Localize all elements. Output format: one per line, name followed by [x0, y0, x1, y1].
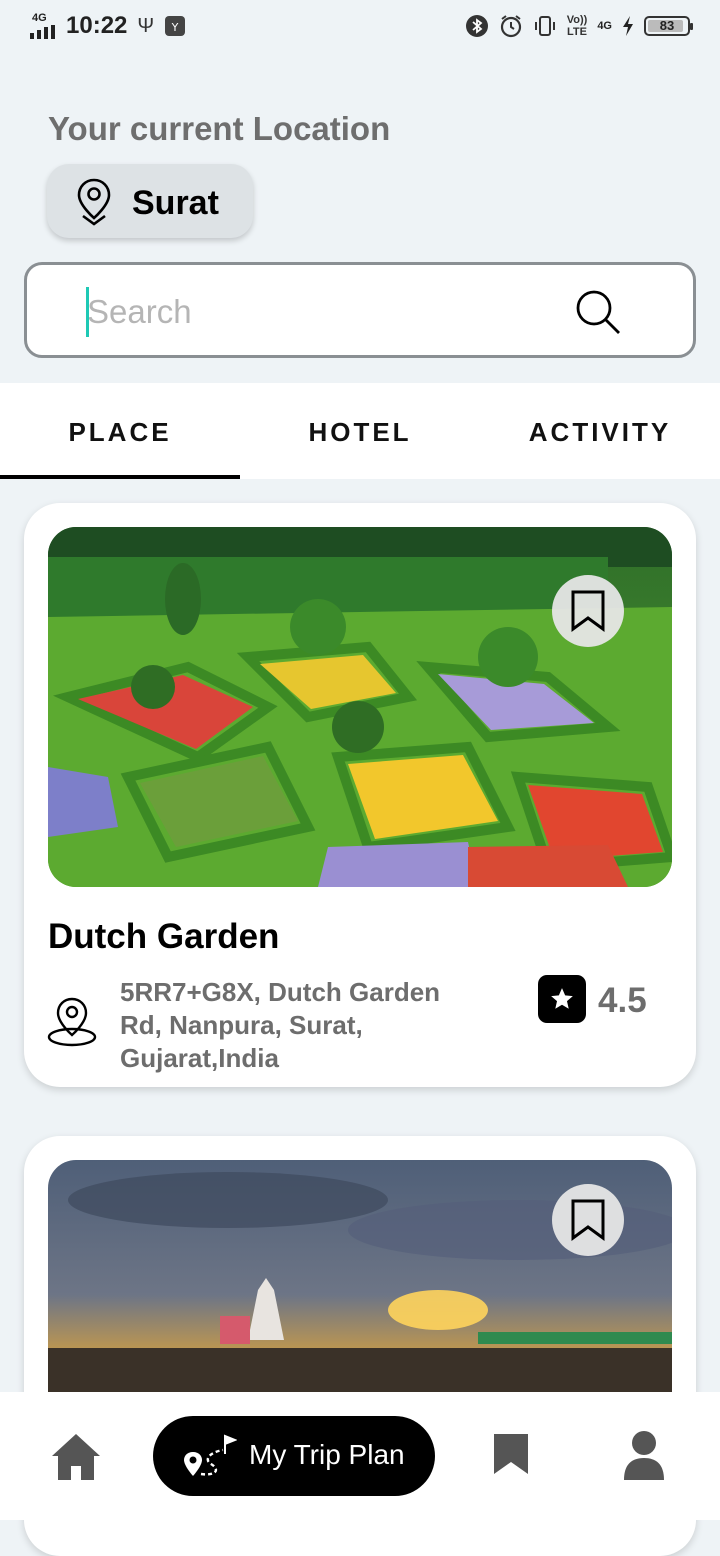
bookmark-icon	[571, 1199, 605, 1241]
current-city: Surat	[132, 184, 219, 222]
route-icon	[184, 1434, 237, 1476]
status-right: Vo)) LTE 4G 83	[465, 14, 693, 38]
saved-icon[interactable]	[492, 1432, 530, 1476]
address-pin-icon	[47, 997, 97, 1047]
search-box[interactable]	[24, 262, 696, 358]
location-title: Your current Location	[48, 110, 391, 147]
home-icon[interactable]	[50, 1432, 102, 1482]
charging-icon	[623, 16, 633, 36]
search-icon[interactable]	[575, 289, 621, 335]
star-icon	[551, 988, 573, 1009]
status-left: 4G 10:22 Ψ Y	[30, 12, 186, 40]
network-type-right: 4G	[597, 19, 612, 32]
text-caret	[86, 287, 89, 337]
tab-activity[interactable]: ACTIVITY	[480, 383, 720, 479]
tab-place[interactable]: PLACE	[0, 383, 240, 479]
battery-percent: 83	[659, 18, 675, 33]
profile-icon[interactable]	[622, 1430, 666, 1482]
app-notification-icon: Y	[165, 16, 186, 36]
search-input[interactable]	[85, 287, 539, 337]
vibrate-icon	[534, 16, 555, 36]
my-trip-plan-label: My Trip Plan	[249, 1439, 405, 1470]
signal-indicator: 4G	[30, 13, 56, 39]
usb-icon: Ψ	[137, 14, 155, 37]
bookmark-icon	[571, 590, 605, 632]
signal-bars-icon	[30, 25, 55, 39]
bluetooth-icon	[465, 15, 488, 37]
location-pin-icon	[77, 178, 111, 226]
bottom-navigation: My Trip Plan	[0, 1392, 720, 1520]
status-bar: 4G 10:22 Ψ Y Vo)) LTE 4G 83	[0, 0, 720, 58]
bookmark-button[interactable]	[552, 1184, 624, 1256]
status-time: 10:22	[66, 12, 128, 39]
network-type: 4G	[32, 12, 47, 24]
volte-top: Vo))	[566, 14, 588, 26]
place-card[interactable]: Dutch Garden 5RR7+G8X, Dutch Garden Rd, …	[24, 503, 696, 1087]
svg-text:Y: Y	[171, 21, 179, 34]
battery-indicator: 83	[644, 16, 693, 36]
place-name: Dutch Garden	[48, 917, 280, 956]
my-trip-plan-button[interactable]: My Trip Plan	[153, 1416, 435, 1496]
current-location-chip[interactable]: Surat	[47, 164, 253, 238]
volte-bottom: LTE	[567, 26, 587, 38]
place-photo	[48, 527, 672, 887]
place-address: 5RR7+G8X, Dutch Garden Rd, Nanpura, Sura…	[120, 977, 441, 1073]
volte-indicator: Vo)) LTE	[567, 14, 588, 38]
alarm-icon	[500, 15, 521, 38]
bookmark-button[interactable]	[552, 575, 624, 647]
tab-hotel[interactable]: HOTEL	[240, 383, 480, 479]
place-rating: 4.5	[598, 981, 647, 1020]
rating-badge	[538, 975, 586, 1023]
category-tabs: PLACE HOTEL ACTIVITY	[0, 383, 720, 479]
